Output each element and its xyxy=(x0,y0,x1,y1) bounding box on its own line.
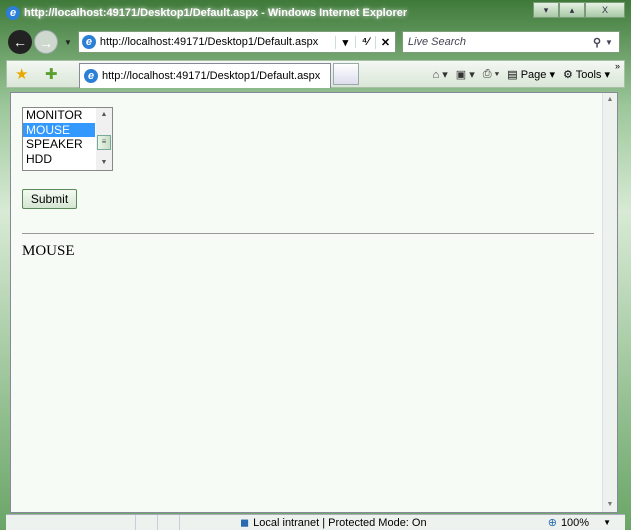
window-title: http://localhost:49171/Desktop1/Default.… xyxy=(24,7,408,19)
address-dropdown[interactable]: ▾ xyxy=(334,35,355,49)
selected-result: MOUSE xyxy=(22,243,75,259)
maximize-button[interactable]: ▴ xyxy=(559,2,585,18)
refresh-button[interactable]: ⁴⁄ xyxy=(354,36,375,48)
page-content: MONITOR MOUSE SPEAKER HDD ▲ ≡ ▼ Submit M… xyxy=(10,92,618,513)
tools-menu[interactable]: ⚙ Tools ▾ xyxy=(563,68,610,81)
security-zone[interactable]: Local intranet | Protected Mode: On xyxy=(253,517,426,529)
close-button[interactable]: X xyxy=(585,2,625,18)
scroll-down-icon[interactable]: ▼ xyxy=(603,498,617,512)
add-favorites-icon[interactable]: ✚ xyxy=(45,65,67,83)
page-scrollbar[interactable]: ▲ ▼ xyxy=(602,93,617,512)
status-bar: ◼ Local intranet | Protected Mode: On ⊕ … xyxy=(6,514,625,530)
product-listbox[interactable]: MONITOR MOUSE SPEAKER HDD ▲ ≡ ▼ xyxy=(22,107,113,171)
zoom-dropdown[interactable]: ▼ xyxy=(603,518,611,527)
print-icon[interactable]: ⎙ ▾ xyxy=(483,68,499,81)
search-input[interactable]: Live Search xyxy=(408,36,593,48)
feeds-icon[interactable]: ▣ ▾ xyxy=(456,68,475,81)
more-chevron-icon[interactable]: » xyxy=(615,61,620,71)
browser-window: e http://localhost:49171/Desktop1/Defaul… xyxy=(0,0,631,530)
divider xyxy=(22,233,594,234)
title-bar: e http://localhost:49171/Desktop1/Defaul… xyxy=(0,0,631,26)
address-bar[interactable]: e http://localhost:49171/Desktop1/Defaul… xyxy=(77,31,396,53)
gear-icon: ⚙ xyxy=(563,68,573,81)
status-segment xyxy=(136,515,158,530)
status-segment xyxy=(6,515,136,530)
list-option[interactable]: HDD xyxy=(23,152,95,167)
list-option[interactable]: SPEAKER xyxy=(23,137,95,152)
submit-button[interactable]: Submit xyxy=(22,189,77,209)
search-icon[interactable]: ⚲ xyxy=(593,36,601,49)
new-tab-button[interactable] xyxy=(333,63,359,85)
home-icon[interactable]: ⌂ ▾ xyxy=(433,68,448,81)
favorites-star-icon[interactable]: ★ xyxy=(15,65,37,83)
status-segment xyxy=(158,515,180,530)
scroll-up-icon[interactable]: ▲ xyxy=(603,93,617,107)
scroll-thumb[interactable]: ≡ xyxy=(97,135,111,150)
tab-default[interactable]: e http://localhost:49171/Desktop1/Defaul… xyxy=(79,63,331,88)
zoom-icon: ⊕ xyxy=(547,517,557,529)
ie-logo-icon: e xyxy=(6,6,20,20)
scroll-up-icon[interactable]: ▲ xyxy=(96,108,112,122)
page-icon-small: ▤ xyxy=(507,68,518,81)
back-button[interactable]: ← xyxy=(8,30,32,54)
tab-label: http://localhost:49171/Desktop1/Default.… xyxy=(102,70,321,82)
address-input[interactable]: http://localhost:49171/Desktop1/Default.… xyxy=(100,36,335,48)
history-dropdown[interactable]: ▼ xyxy=(64,38,72,47)
page-menu[interactable]: ▤ Page ▾ xyxy=(507,68,555,81)
zoom-control[interactable]: ⊕ 100% ▼ xyxy=(547,516,625,530)
page-label: Page xyxy=(520,68,547,81)
search-box[interactable]: Live Search ⚲ ▼ xyxy=(401,31,620,53)
forward-button[interactable]: → xyxy=(34,30,58,54)
search-dropdown[interactable]: ▼ xyxy=(605,38,613,47)
scroll-down-icon[interactable]: ▼ xyxy=(96,156,112,170)
tools-label: Tools xyxy=(575,68,602,81)
list-option[interactable]: MONITOR xyxy=(23,108,95,123)
listbox-scrollbar[interactable]: ▲ ≡ ▼ xyxy=(96,108,112,170)
stop-button[interactable]: ✕ xyxy=(374,35,395,49)
zoom-level: 100% xyxy=(560,516,590,529)
list-option-selected[interactable]: MOUSE xyxy=(23,122,95,137)
tab-page-icon: e xyxy=(84,69,98,83)
minimize-button[interactable]: ▾ xyxy=(533,2,559,18)
intranet-zone-icon: ◼ xyxy=(240,517,250,529)
page-icon: e xyxy=(81,35,96,49)
